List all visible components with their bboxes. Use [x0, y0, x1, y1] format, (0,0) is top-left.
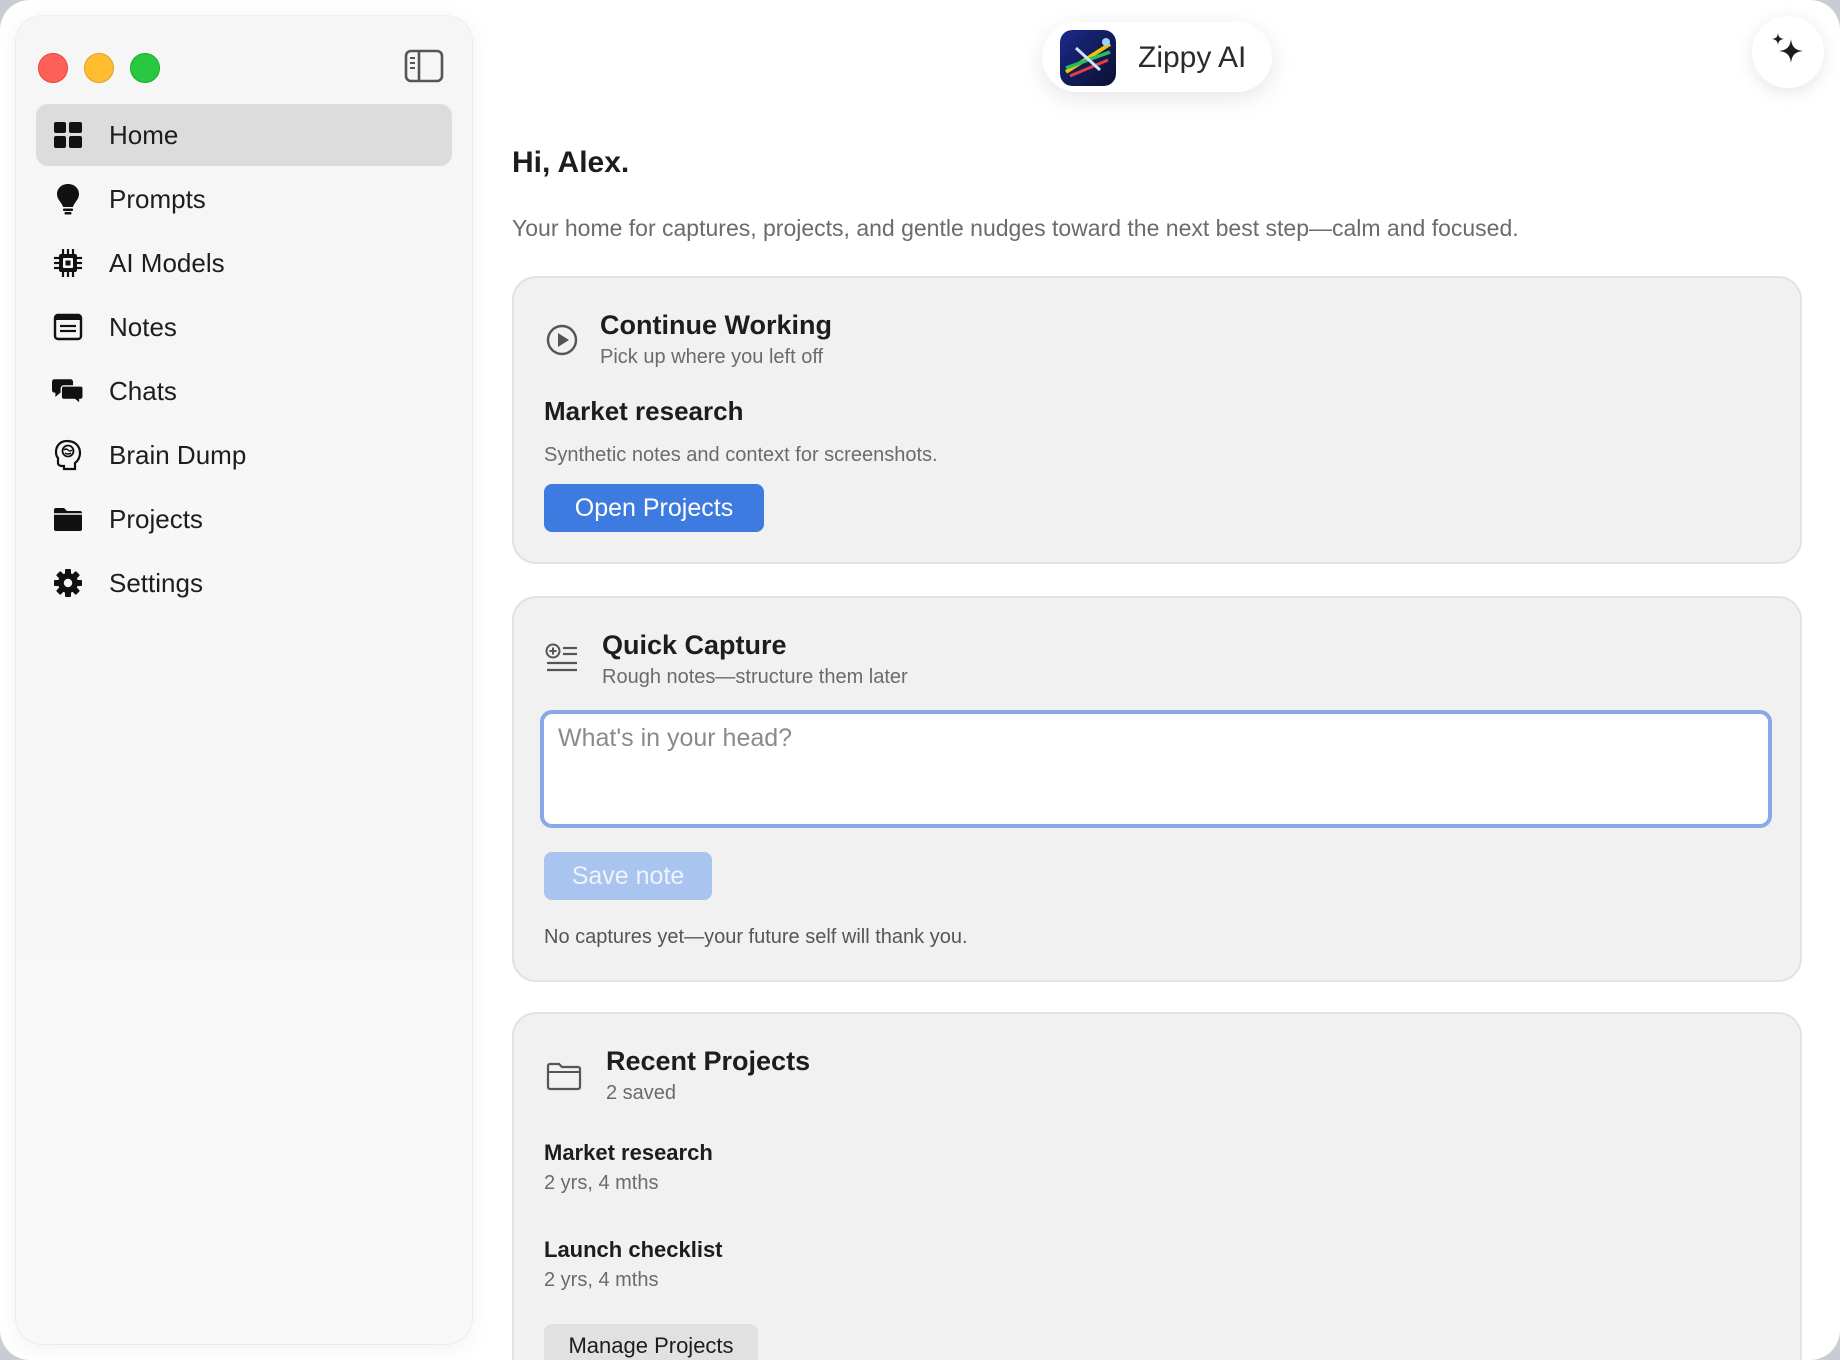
quick-capture-input[interactable] — [540, 710, 1772, 828]
sidebar-item-label: AI Models — [109, 247, 225, 278]
sidebar: Home Prompts AI Models Notes Chats Brain… — [16, 16, 472, 1344]
list-item[interactable]: Market research 2 yrs, 4 mths — [544, 1140, 1144, 1198]
page-intro: Your home for captures, projects, and ge… — [512, 215, 1519, 241]
gear-icon — [52, 567, 84, 599]
sidebar-item-prompts[interactable]: Prompts — [36, 168, 452, 230]
sidebar-item-label: Projects — [109, 503, 203, 534]
folder-icon — [52, 503, 84, 535]
list-item[interactable]: Launch checklist 2 yrs, 4 mths — [544, 1237, 1144, 1295]
card-title: Continue Working — [600, 310, 832, 340]
card-title: Recent Projects — [606, 1046, 811, 1076]
sidebar-item-chats[interactable]: Chats — [36, 360, 452, 422]
brain-icon — [52, 439, 84, 471]
continue-working-card: Continue Working Pick up where you left … — [512, 276, 1802, 564]
card-title: Quick Capture — [602, 630, 787, 660]
sidebar-toggle-icon[interactable] — [404, 49, 444, 83]
folder-outline-icon — [546, 1060, 582, 1096]
assistant-button[interactable] — [1752, 16, 1824, 88]
project-name: Market research — [544, 1140, 713, 1165]
sidebar-item-label: Brain Dump — [109, 439, 247, 470]
sidebar-item-label: Prompts — [109, 183, 206, 214]
sidebar-item-label: Notes — [109, 311, 177, 342]
continue-project-desc: Synthetic notes and context for screensh… — [544, 444, 938, 466]
notes-icon — [52, 311, 84, 343]
sparkles-icon — [1769, 31, 1807, 74]
sidebar-item-label: Home — [109, 119, 179, 150]
sidebar-item-ai-models[interactable]: AI Models — [36, 232, 452, 294]
recent-projects-card: Recent Projects 2 saved Market research … — [512, 1012, 1802, 1360]
sidebar-nav: Home Prompts AI Models Notes Chats Brain… — [36, 104, 452, 616]
chat-bubbles-icon — [52, 375, 84, 407]
sidebar-item-label: Settings — [109, 567, 203, 598]
sidebar-item-label: Chats — [109, 375, 177, 406]
project-name: Launch checklist — [544, 1237, 723, 1262]
open-projects-button[interactable]: Open Projects — [544, 484, 764, 532]
sidebar-item-notes[interactable]: Notes — [36, 296, 452, 358]
app-name: Zippy AI — [1138, 41, 1247, 74]
card-subtitle: 2 saved — [606, 1082, 677, 1104]
app-window: Home Prompts AI Models Notes Chats Brain… — [0, 0, 1840, 1360]
captures-empty-text: No captures yet—your future self will th… — [544, 926, 968, 948]
lightbulb-icon — [52, 183, 84, 215]
add-note-icon — [544, 642, 580, 678]
card-subtitle: Pick up where you left off — [600, 346, 824, 368]
chip-icon — [52, 247, 84, 279]
app-logo-icon — [1060, 30, 1116, 86]
sidebar-item-settings[interactable]: Settings — [36, 552, 452, 614]
close-window-button[interactable] — [38, 53, 68, 83]
project-age: 2 yrs, 4 mths — [544, 1269, 659, 1291]
project-age: 2 yrs, 4 mths — [544, 1172, 659, 1194]
play-circle-icon — [544, 322, 580, 358]
sidebar-item-projects[interactable]: Projects — [36, 488, 452, 550]
page-title: Hi, Alex. — [512, 146, 630, 179]
manage-projects-button[interactable]: Manage Projects — [544, 1324, 758, 1360]
sidebar-item-brain-dump[interactable]: Brain Dump — [36, 424, 452, 486]
save-note-button[interactable]: Save note — [544, 852, 712, 900]
sidebar-item-home[interactable]: Home — [36, 104, 452, 166]
minimize-window-button[interactable] — [84, 53, 114, 83]
app-title-pill: Zippy AI — [1042, 22, 1272, 92]
card-subtitle: Rough notes—structure them later — [602, 666, 908, 688]
zoom-window-button[interactable] — [130, 53, 160, 83]
continue-project-name: Market research — [544, 396, 744, 426]
grid-icon — [52, 119, 84, 151]
quick-capture-card: Quick Capture Rough notes—structure them… — [512, 596, 1802, 982]
